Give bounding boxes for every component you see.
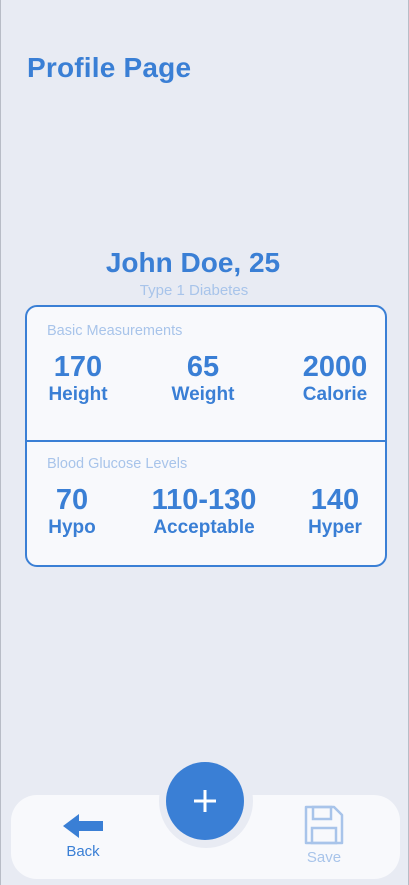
blood-glucose-label: Blood Glucose Levels bbox=[47, 456, 188, 472]
back-label: Back bbox=[66, 843, 100, 860]
acceptable-label: Acceptable bbox=[153, 517, 255, 538]
hyper-metric: 140 Hyper bbox=[303, 484, 367, 540]
calorie-label: Calorie bbox=[302, 384, 368, 405]
blood-glucose-section: Blood Glucose Levels 70 Hypo 110-130 Acc… bbox=[27, 440, 385, 565]
acceptable-metric: 110-130 Acceptable bbox=[139, 484, 269, 540]
hyper-value: 140 bbox=[310, 484, 360, 516]
user-name: John Doe, 25 bbox=[105, 247, 281, 278]
floppy-disk-icon bbox=[304, 805, 344, 845]
weight-metric: 65 Weight bbox=[165, 351, 241, 407]
add-button[interactable] bbox=[166, 762, 244, 840]
height-label: Height bbox=[48, 384, 108, 405]
page-title: Profile Page bbox=[27, 52, 192, 83]
back-button[interactable]: Back bbox=[53, 812, 113, 860]
arrow-left-icon bbox=[63, 814, 103, 838]
basic-measurements-label: Basic Measurements bbox=[47, 323, 183, 339]
calorie-metric: 2000 Calorie bbox=[295, 351, 375, 407]
save-label: Save bbox=[306, 849, 342, 866]
hypo-value: 70 bbox=[55, 484, 89, 516]
user-condition: Type 1 Diabetes bbox=[139, 282, 249, 299]
hypo-metric: 70 Hypo bbox=[43, 484, 101, 540]
basic-measurements-section: Basic Measurements 170 Height 65 Weight … bbox=[27, 307, 385, 440]
height-value: 170 bbox=[53, 351, 103, 383]
save-button[interactable]: Save bbox=[295, 804, 353, 866]
plus-icon bbox=[194, 790, 216, 812]
weight-value: 65 bbox=[186, 351, 220, 383]
acceptable-value: 110-130 bbox=[151, 484, 257, 516]
hypo-label: Hypo bbox=[48, 517, 96, 538]
calorie-value: 2000 bbox=[302, 351, 368, 383]
measurements-card: Basic Measurements 170 Height 65 Weight … bbox=[25, 305, 387, 567]
height-metric: 170 Height bbox=[47, 351, 109, 407]
hyper-label: Hyper bbox=[308, 517, 362, 538]
weight-label: Weight bbox=[171, 384, 235, 405]
